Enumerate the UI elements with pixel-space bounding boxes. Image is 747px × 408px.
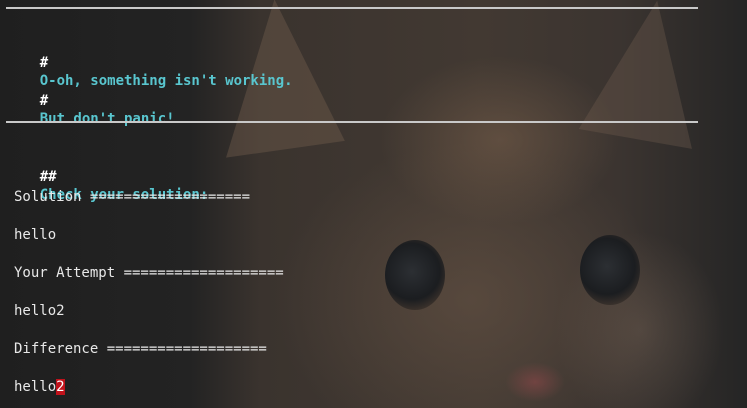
horizontal-rule [6, 7, 698, 9]
difference-common-text: hello [14, 379, 57, 395]
heading-marker: ## [39, 169, 57, 185]
background-cat-eye [580, 235, 640, 305]
attempt-label: Your Attempt =================== [14, 265, 284, 281]
calm-heading: # But don't panic! [6, 74, 175, 146]
heading-marker: # [39, 93, 49, 109]
difference-label: Difference =================== [14, 341, 267, 357]
background-cat-ear [578, 0, 717, 149]
solution-value: hello [14, 227, 57, 243]
background-cat-eye [385, 240, 445, 310]
horizontal-rule [6, 121, 698, 123]
solution-label: Solution =================== [14, 189, 251, 205]
heading-marker: # [39, 55, 49, 71]
attempt-value: hello2 [14, 303, 65, 319]
difference-added-text: 2 [56, 379, 65, 395]
check-heading: ## Check your solution: [6, 150, 209, 222]
terminal-window: # O-oh, something isn't working. # But d… [0, 0, 747, 408]
difference-value: hello2 [14, 378, 65, 396]
calm-message: But don't panic! [39, 111, 175, 127]
background-cat-nose [505, 362, 565, 402]
